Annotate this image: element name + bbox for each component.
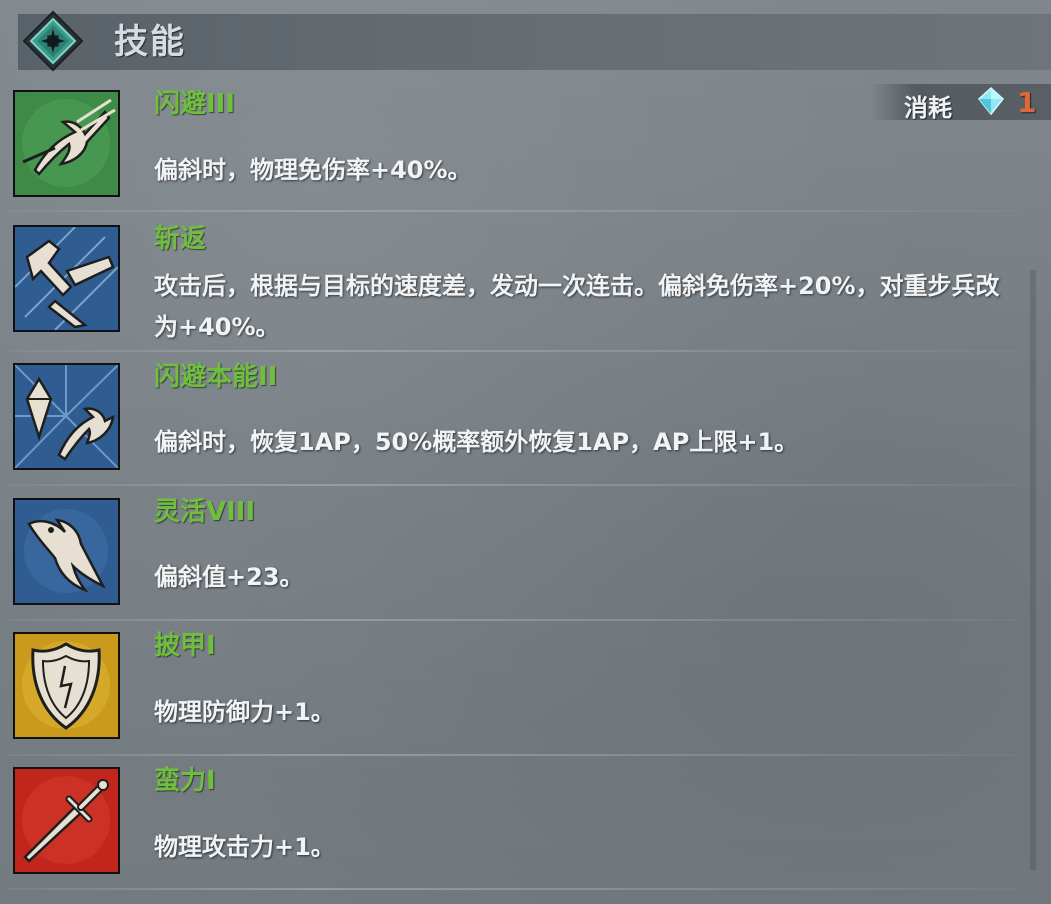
skill-name: 闪避本能II	[154, 362, 278, 392]
skill-description: 物理攻击力+1。	[154, 833, 335, 861]
divider	[8, 619, 1018, 621]
skill-name: 披甲I	[154, 631, 216, 661]
scrollbar[interactable]	[1030, 270, 1036, 870]
agility-icon[interactable]	[13, 498, 120, 605]
page-title: 技能	[114, 22, 186, 62]
divider	[8, 484, 1018, 486]
cost-display: 消耗 1	[870, 84, 1051, 122]
cost-label: 消耗	[904, 94, 952, 122]
skill-name: 灵活VIII	[154, 497, 256, 527]
skill-name: 蛮力I	[154, 766, 216, 796]
divider	[8, 888, 1018, 890]
skill-description: 偏斜时，物理免伤率+40%。	[154, 156, 472, 184]
skill-description: 攻击后，根据与目标的速度差，发动一次连击。偏斜免伤率+20%，对重步兵改为+40…	[154, 272, 1000, 341]
divider	[8, 754, 1018, 756]
skill-description: 偏斜时，恢复1AP，50%概率额外恢复1AP，AP上限+1。	[154, 428, 799, 456]
skill-name: 闪避III	[154, 89, 236, 119]
skill-name: 斩返	[154, 224, 207, 254]
skill-description: 偏斜值+23。	[154, 563, 304, 591]
shield-icon[interactable]	[13, 632, 120, 739]
counter-strike-icon[interactable]	[13, 225, 120, 332]
skill-description: 物理防御力+1。	[154, 698, 335, 726]
star-emblem-icon	[22, 10, 84, 72]
dodge-instinct-icon[interactable]	[13, 363, 120, 470]
sword-icon[interactable]	[13, 767, 120, 874]
dodge-icon[interactable]	[13, 90, 120, 197]
divider	[8, 210, 1018, 212]
divider	[8, 350, 1018, 352]
cost-value: 1	[1017, 86, 1037, 119]
diamond-icon	[976, 86, 1006, 116]
skills-panel: 技能 消耗 1 闪避III 偏斜时，物理免伤率+40%。 斩返 攻击后，根据与目…	[0, 0, 1051, 904]
